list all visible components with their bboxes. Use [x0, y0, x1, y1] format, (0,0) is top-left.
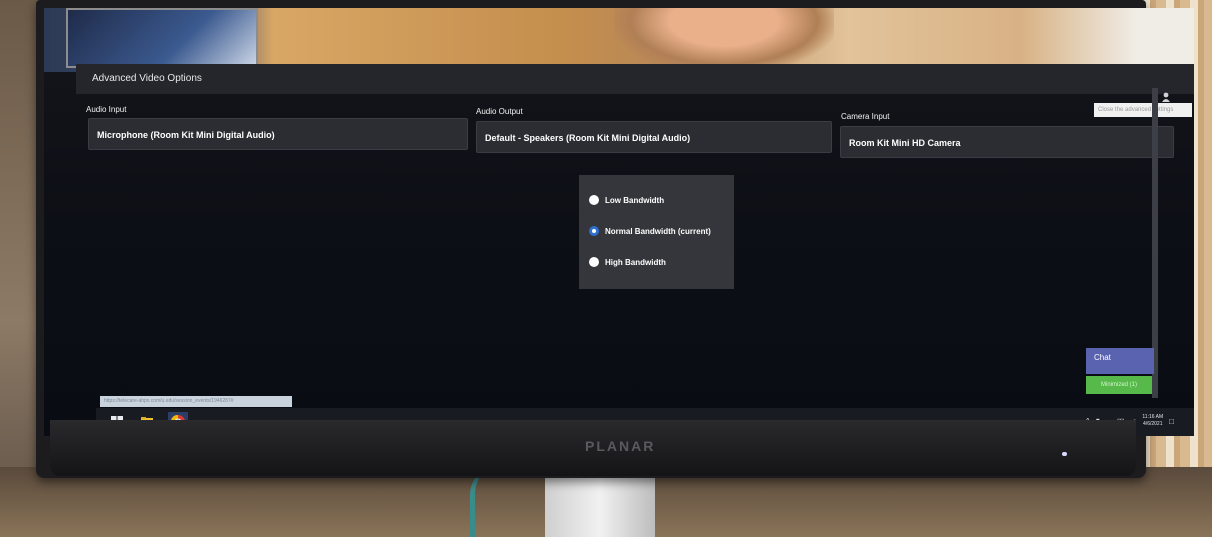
- room-wall-left: [0, 0, 40, 537]
- audio-input-select[interactable]: Microphone (Room Kit Mini Digital Audio): [88, 118, 468, 150]
- high-bandwidth-label: High Bandwidth: [605, 257, 666, 267]
- camera-input-label: Camera Input: [841, 112, 890, 121]
- normal-bandwidth-label: Normal Bandwidth (current): [605, 226, 711, 236]
- notifications-icon[interactable]: □: [1169, 417, 1174, 426]
- monitor-brand-logo: PLANAR: [585, 438, 656, 454]
- advanced-options-header: Advanced Video Options: [76, 64, 1194, 94]
- remote-participant-video: [614, 8, 834, 72]
- audio-input-label: Audio Input: [86, 105, 127, 114]
- close-settings-tooltip: Close the advanced settings: [1094, 103, 1192, 117]
- page-title: Advanced Video Options: [92, 73, 202, 84]
- camera-input-value: Room Kit Mini HD Camera: [849, 138, 961, 148]
- high-bandwidth-option[interactable]: High Bandwidth: [589, 255, 666, 269]
- minimized-chat-button[interactable]: Minimized (1): [1086, 376, 1152, 394]
- audio-output-label: Audio Output: [476, 107, 523, 116]
- power-led: [1062, 452, 1067, 456]
- radio-button[interactable]: [589, 257, 599, 267]
- clock-time: 11:16 AM: [1142, 414, 1164, 420]
- status-url: https://telecare-ahpx.com/u.edu/session_…: [100, 396, 292, 407]
- normal-bandwidth-option[interactable]: Normal Bandwidth (current): [589, 224, 711, 238]
- video-feed-strip: [44, 8, 1194, 72]
- monitor-bezel: Advanced Video Options Audio Input Micro…: [36, 0, 1194, 478]
- chat-button[interactable]: Chat: [1086, 348, 1154, 374]
- audio-output-value: Default - Speakers (Room Kit Mini Digita…: [485, 133, 691, 143]
- audio-output-select[interactable]: Default - Speakers (Room Kit Mini Digita…: [476, 121, 832, 153]
- audio-input-value: Microphone (Room Kit Mini Digital Audio): [97, 130, 275, 140]
- radio-button[interactable]: [589, 195, 599, 205]
- bandwidth-panel: Low Bandwidth Normal Bandwidth (current)…: [579, 175, 734, 289]
- clock-date: 4/6/2021: [1143, 421, 1163, 427]
- radio-button-selected[interactable]: [589, 226, 599, 236]
- camera-input-select[interactable]: Room Kit Mini HD Camera: [840, 126, 1174, 158]
- self-view-video[interactable]: [66, 8, 258, 68]
- clock[interactable]: 11:16 AM 4/6/2021: [1142, 414, 1163, 428]
- low-bandwidth-label: Low Bandwidth: [605, 195, 665, 205]
- screen: Advanced Video Options Audio Input Micro…: [44, 8, 1194, 436]
- low-bandwidth-option[interactable]: Low Bandwidth: [589, 193, 664, 207]
- close-settings-icon[interactable]: [1162, 92, 1170, 102]
